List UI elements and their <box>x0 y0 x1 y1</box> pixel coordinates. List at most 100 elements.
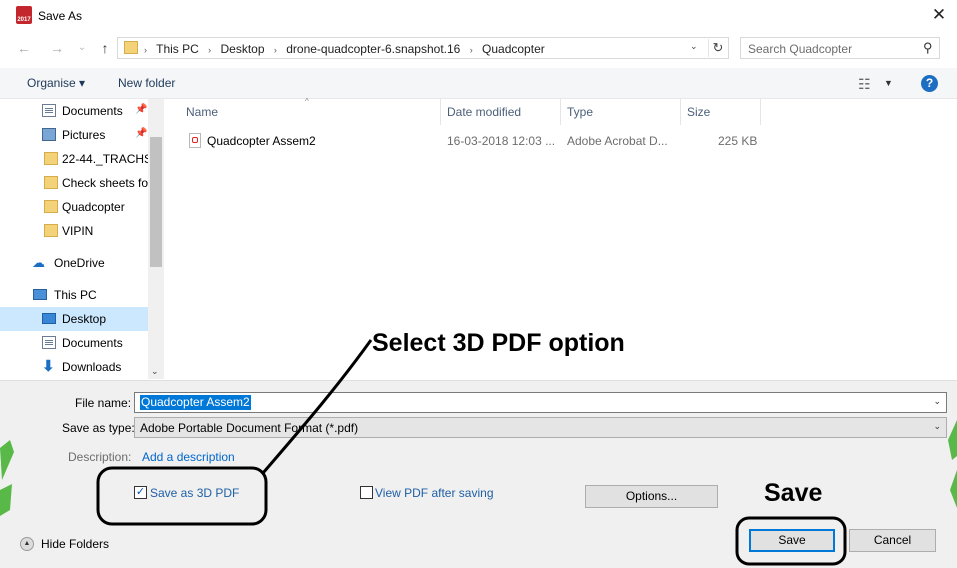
desktop-icon <box>42 313 56 324</box>
folder-icon <box>44 224 58 237</box>
app-logo-icon: 2017 <box>16 6 32 24</box>
address-bar[interactable]: › This PC › Desktop › drone-quadcopter-6… <box>117 37 729 59</box>
sidebar-item-vipin[interactable]: VIPIN <box>0 219 148 243</box>
file-name-field[interactable]: Quadcopter Assem2 ⌄ <box>134 392 947 413</box>
pin-icon: 📌 <box>135 104 148 115</box>
file-name-label: File name: <box>75 396 132 410</box>
scrollbar-thumb[interactable] <box>150 137 162 267</box>
sidebar-item-check-sheets[interactable]: Check sheets for <box>0 171 148 195</box>
chevron-down-icon[interactable]: ⌄ <box>933 421 941 432</box>
navigation-scrollbar[interactable]: ⌄ <box>148 99 164 379</box>
pdf-file-icon <box>189 133 201 148</box>
refresh-icon[interactable]: ↻ <box>708 39 727 57</box>
help-icon[interactable]: ? <box>921 75 938 92</box>
chevron-down-icon[interactable]: ⌄ <box>933 396 941 407</box>
sidebar-item-label: Quadcopter <box>62 200 125 214</box>
sidebar-item-this-pc[interactable]: This PC <box>0 283 148 307</box>
hide-folders-button[interactable]: Hide Folders <box>41 537 109 551</box>
column-divider[interactable] <box>560 99 561 125</box>
sidebar-item-label: VIPIN <box>62 224 94 238</box>
sidebar-item-quadcopter[interactable]: Quadcopter <box>0 195 148 219</box>
annotation-save: Save <box>764 479 823 507</box>
documents-icon <box>42 336 56 349</box>
save-as-type-label: Save as type: <box>62 421 135 435</box>
options-button[interactable]: Options... <box>585 485 718 508</box>
column-divider[interactable] <box>680 99 681 125</box>
annotation-select-3d-pdf: Select 3D PDF option <box>372 329 625 357</box>
save-3d-pdf-label[interactable]: Save as 3D PDF <box>150 486 239 500</box>
hide-folders-icon[interactable]: ▲ <box>20 537 34 551</box>
save-as-type-value: Adobe Portable Document Format (*.pdf) <box>140 421 359 435</box>
breadcrumb-item[interactable]: Desktop <box>221 42 265 56</box>
cancel-button[interactable]: Cancel <box>849 529 936 552</box>
folder-icon <box>44 176 58 189</box>
close-icon[interactable]: ✕ <box>928 4 950 26</box>
downloads-icon: ⬇ <box>42 358 55 375</box>
navigation-pane: Documents 📌 Pictures 📌 22-44._TRACHST Ch… <box>0 99 148 379</box>
pin-icon: 📌 <box>135 128 148 139</box>
pictures-icon <box>42 128 56 141</box>
breadcrumb: › This PC › Desktop › drone-quadcopter-6… <box>144 42 551 56</box>
folder-icon <box>124 41 138 54</box>
sidebar-item-onedrive[interactable]: ☁ OneDrive <box>0 251 148 275</box>
file-date: 16-03-2018 12:03 ... <box>447 134 556 148</box>
sidebar-item-label: Documents <box>62 104 123 118</box>
view-options-icon[interactable]: ☷ <box>858 76 871 93</box>
sidebar-item-label: Downloads <box>62 360 122 374</box>
view-pdf-checkbox[interactable] <box>360 486 373 499</box>
search-placeholder: Search Quadcopter <box>748 42 853 56</box>
onedrive-icon: ☁ <box>32 255 45 270</box>
organise-button[interactable]: Organise ▾ <box>27 76 85 90</box>
search-input[interactable]: Search Quadcopter ⚲ <box>740 37 940 59</box>
breadcrumb-item[interactable]: This PC <box>156 42 199 56</box>
folder-icon <box>44 200 58 213</box>
sidebar-item-label: This PC <box>54 288 97 302</box>
sidebar-item-label: OneDrive <box>54 256 105 270</box>
chevron-right-icon: › <box>144 45 147 55</box>
window-title: Save As <box>38 9 83 23</box>
save-button[interactable]: Save <box>749 529 835 552</box>
save-3d-pdf-checkbox[interactable]: ✓ <box>134 486 147 499</box>
sidebar-item-trachst[interactable]: 22-44._TRACHST <box>0 147 148 171</box>
sidebar-item-pictures[interactable]: Pictures 📌 <box>0 123 148 147</box>
back-arrow-icon[interactable]: ← <box>14 38 34 58</box>
description-label: Description: <box>68 450 132 464</box>
forward-arrow-icon[interactable]: → <box>47 38 67 58</box>
search-icon[interactable]: ⚲ <box>923 40 933 56</box>
folder-icon <box>44 152 58 165</box>
file-name-value: Quadcopter Assem2 <box>140 395 251 410</box>
chevron-right-icon: › <box>273 45 277 55</box>
up-arrow-icon[interactable]: ↑ <box>95 38 115 58</box>
this-pc-icon <box>33 289 47 300</box>
save-as-type-select[interactable]: Adobe Portable Document Format (*.pdf) ⌄ <box>134 417 947 438</box>
chevron-down-icon[interactable]: ⌄ <box>151 366 159 377</box>
chevron-right-icon: › <box>469 45 473 55</box>
column-divider[interactable] <box>440 99 441 125</box>
breadcrumb-item[interactable]: Quadcopter <box>482 42 545 56</box>
chevron-down-icon[interactable]: ⌄ <box>690 41 704 52</box>
background-fragment-right <box>948 420 957 508</box>
sidebar-item-downloads[interactable]: ⬇ Downloads <box>0 355 148 379</box>
sort-ascending-icon: ^ <box>305 97 309 106</box>
documents-icon <box>42 104 56 117</box>
sidebar-item-documents-pc[interactable]: Documents <box>0 331 148 355</box>
breadcrumb-item[interactable]: drone-quadcopter-6.snapshot.16 <box>286 42 460 56</box>
file-type: Adobe Acrobat D... <box>567 134 668 148</box>
sidebar-item-label: Check sheets for <box>62 176 148 190</box>
title-bar: 2017 Save As ✕ <box>0 0 957 32</box>
new-folder-button[interactable]: New folder <box>118 76 175 90</box>
sidebar-item-label: Pictures <box>62 128 106 142</box>
view-dropdown-icon[interactable]: ▼ <box>884 78 893 88</box>
sidebar-item-desktop[interactable]: Desktop <box>0 307 148 331</box>
sidebar-item-label: Desktop <box>62 312 107 326</box>
chevron-right-icon: › <box>208 45 212 55</box>
view-pdf-label[interactable]: View PDF after saving <box>375 486 494 500</box>
file-size: 225 KB <box>718 134 758 148</box>
sidebar-item-label: 22-44._TRACHST <box>62 152 148 166</box>
column-divider[interactable] <box>760 99 761 125</box>
recent-locations-chevron-icon[interactable]: ⌄ <box>72 38 92 58</box>
sidebar-item-documents[interactable]: Documents 📌 <box>0 99 148 123</box>
checkmark-icon: ✓ <box>135 486 146 498</box>
add-description-link[interactable]: Add a description <box>142 450 235 464</box>
file-name[interactable]: Quadcopter Assem2 <box>207 134 316 148</box>
